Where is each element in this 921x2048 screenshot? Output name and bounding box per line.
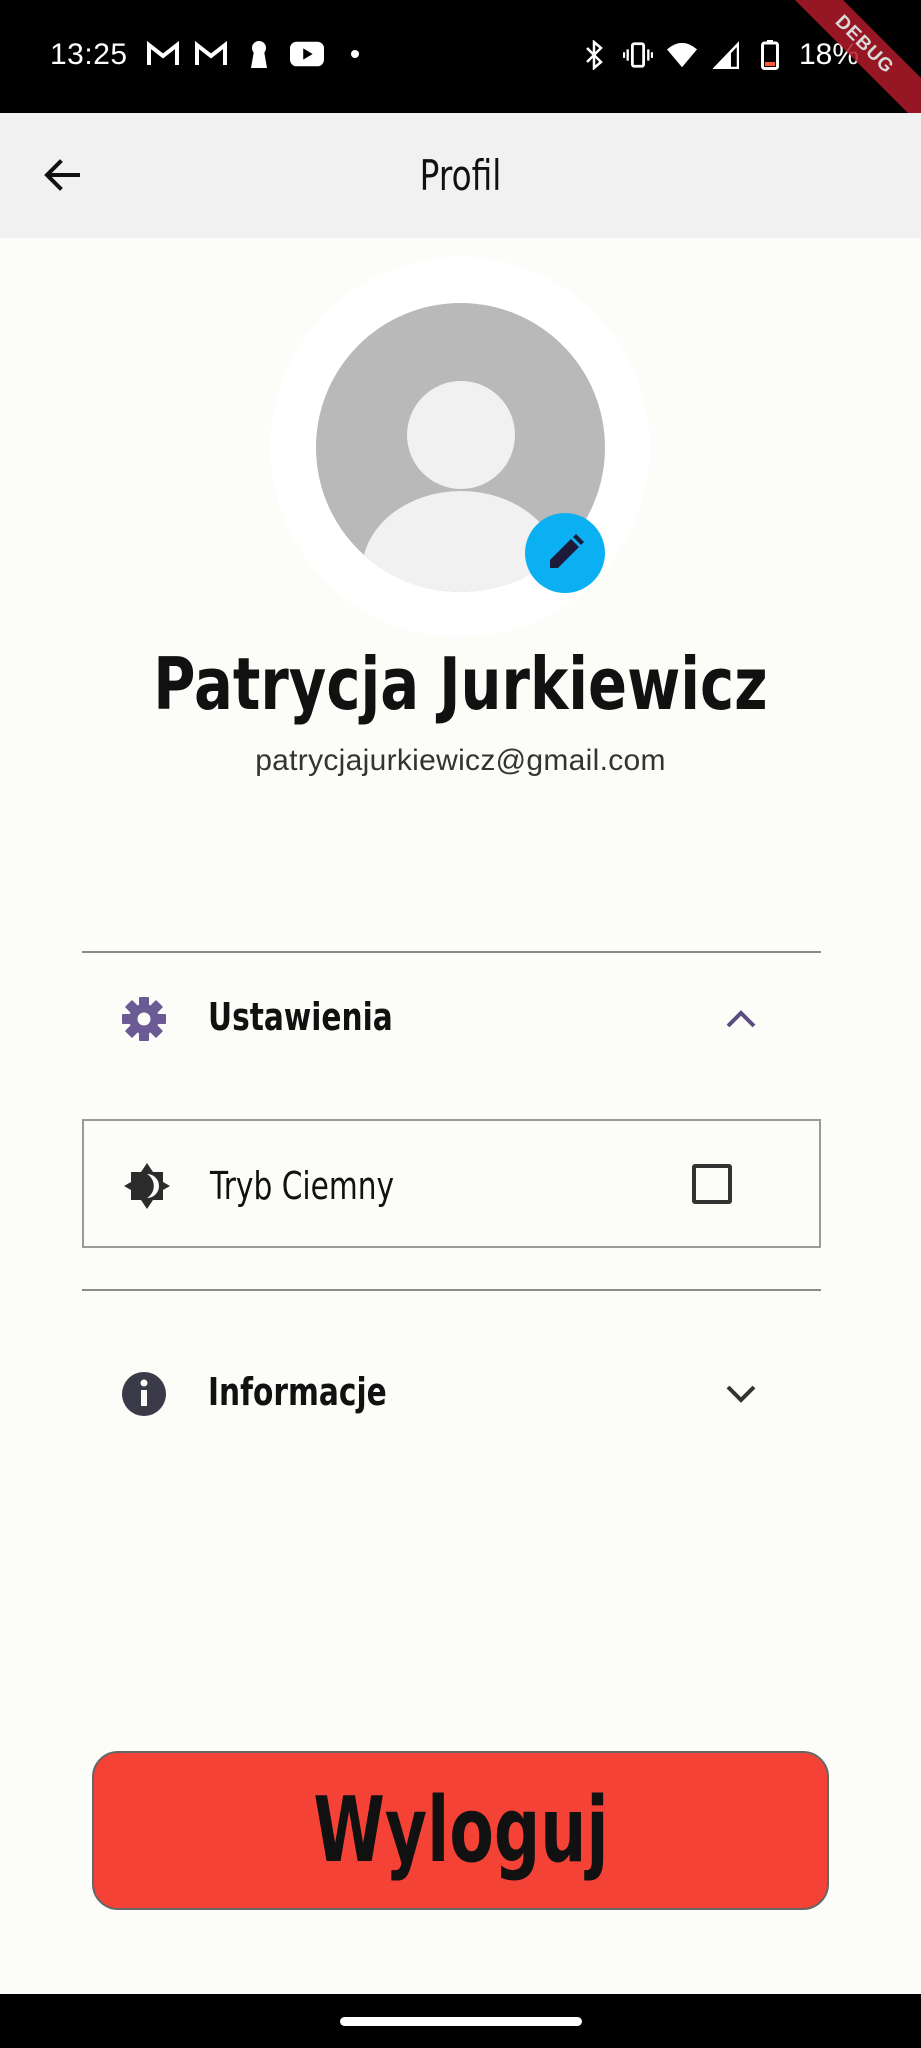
settings-section-header[interactable]: Ustawienia (82, 953, 821, 1083)
system-icons: 18% (579, 38, 859, 72)
info-section-header[interactable]: Informacje (82, 1328, 821, 1458)
dark-mode-row[interactable]: Tryb Ciemny (82, 1119, 821, 1248)
gear-icon (120, 995, 168, 1043)
user-name: Patrycja Jurkiewicz (153, 642, 768, 726)
home-handle[interactable] (340, 2017, 582, 2026)
chevron-up-icon[interactable] (719, 997, 763, 1041)
keyhole-icon (242, 40, 276, 68)
pencil-icon (550, 534, 584, 568)
info-icon (120, 1370, 168, 1418)
vibrate-icon (622, 40, 653, 70)
gmail-icon (194, 40, 228, 68)
back-button[interactable] (34, 147, 90, 203)
wifi-icon (666, 40, 697, 70)
status-time: 13:25 (50, 38, 128, 71)
user-email: patrycjajurkiewicz@gmail.com (255, 744, 666, 777)
brightness-icon (122, 1161, 172, 1211)
chevron-down-icon[interactable] (719, 1372, 763, 1416)
youtube-icon (290, 40, 324, 68)
dark-mode-label: Tryb Ciemny (210, 1164, 395, 1208)
notification-icons (146, 40, 372, 68)
avatar-head (407, 381, 515, 489)
app-bar: Profil (0, 113, 921, 238)
status-bar: 13:25 18% DEBUG (0, 0, 921, 139)
edit-avatar-button[interactable] (525, 513, 605, 593)
arrow-back-icon (44, 159, 80, 191)
bluetooth-icon (579, 40, 609, 70)
divider (82, 1289, 821, 1291)
page-title: Profil (419, 151, 502, 200)
gmail-icon (146, 40, 180, 68)
settings-label: Ustawienia (208, 995, 393, 1039)
logout-button[interactable]: Wyloguj (92, 1751, 829, 1910)
battery-icon (755, 40, 785, 70)
dot-icon (338, 40, 372, 68)
navigation-bar (0, 1994, 921, 2048)
logout-label: Wyloguj (312, 1778, 609, 1883)
info-label: Informacje (208, 1370, 387, 1414)
signal-icon (711, 40, 741, 70)
dark-mode-checkbox[interactable] (692, 1164, 732, 1204)
